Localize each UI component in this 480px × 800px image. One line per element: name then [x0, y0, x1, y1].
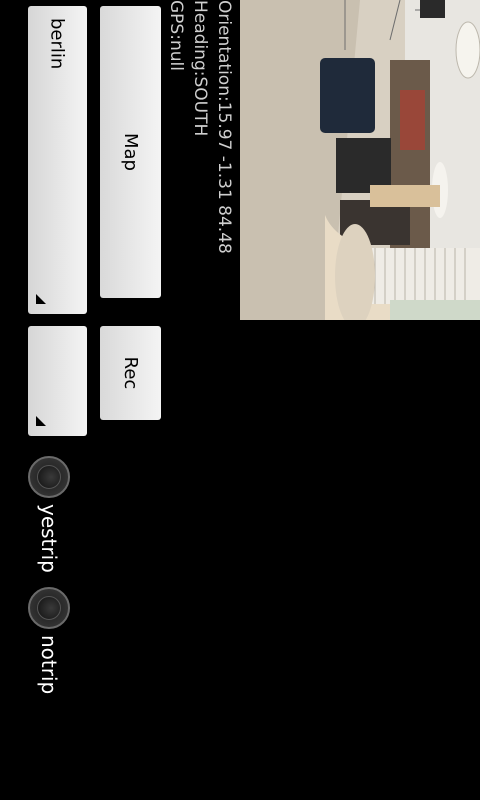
camera-scene — [240, 0, 480, 320]
dropdown-arrow-icon — [36, 294, 46, 304]
notrip-label: notrip — [37, 635, 61, 695]
notrip-radio[interactable] — [28, 587, 70, 629]
rec-button[interactable]: Rec — [100, 326, 161, 420]
camera-preview — [240, 0, 480, 320]
heading-text: Heading:SOUTH — [190, 0, 210, 137]
notrip-option[interactable]: notrip — [28, 587, 70, 694]
secondary-spinner[interactable] — [28, 326, 87, 436]
city-spinner[interactable]: berlin — [28, 6, 87, 314]
dropdown-arrow-icon — [36, 416, 46, 426]
app-screen: Map Rec berlin Orientation:15.97 -1.31 8… — [0, 0, 480, 800]
orientation-text: Orientation:15.97 -1.31 84.48 — [214, 0, 234, 254]
yestrip-option[interactable]: yestrip — [28, 456, 70, 573]
map-button[interactable]: Map — [100, 6, 161, 298]
yestrip-radio[interactable] — [28, 456, 70, 498]
sensor-info: Orientation:15.97 -1.31 84.48 Heading:SO… — [164, 0, 236, 254]
city-spinner-value: berlin — [47, 18, 68, 70]
yestrip-label: yestrip — [37, 504, 61, 573]
map-button-label: Map — [120, 133, 141, 171]
gps-text: GPS:null — [166, 0, 186, 71]
rec-button-label: Rec — [120, 356, 141, 390]
